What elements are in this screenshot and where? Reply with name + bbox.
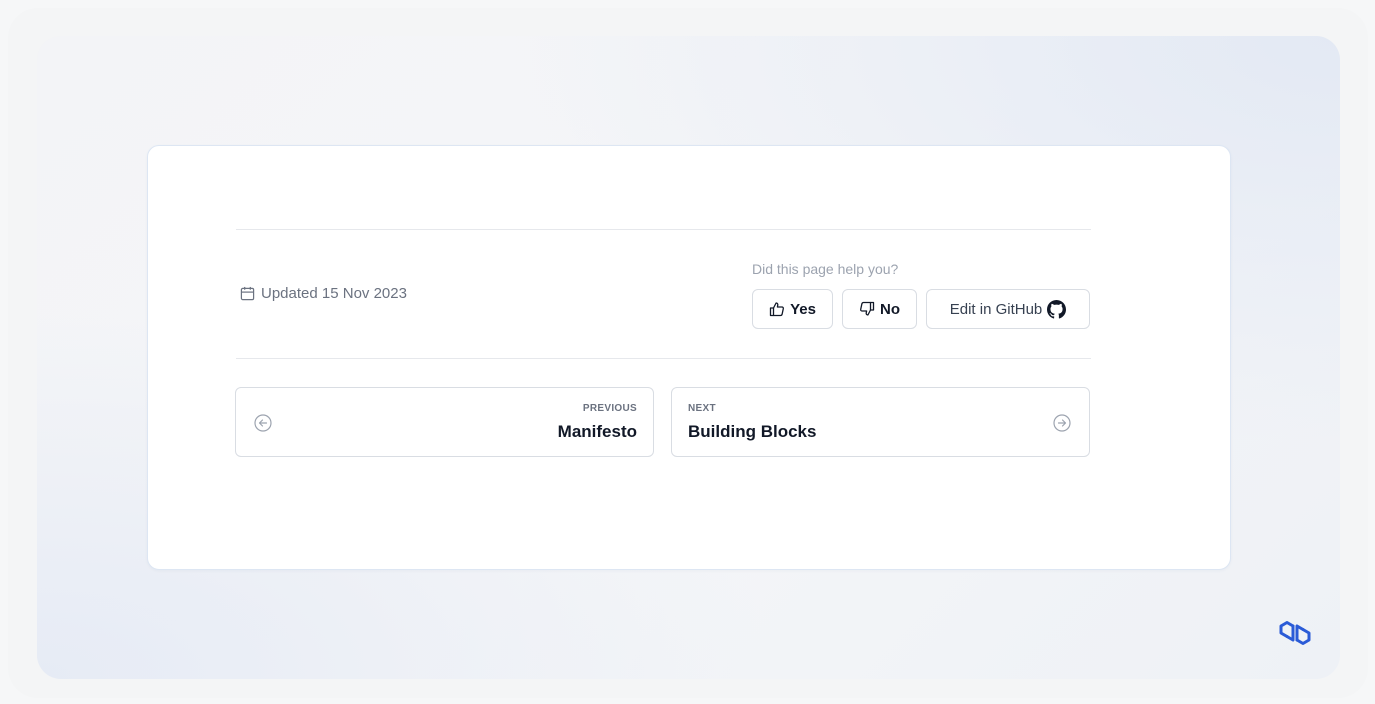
thumbs-up-icon [769,302,785,317]
calendar-icon [240,286,255,301]
next-page-title: Building Blocks [688,422,817,441]
yes-label: Yes [790,300,816,318]
thumbs-down-icon [860,301,875,316]
edit-in-github-button[interactable]: Edit in GitHub [926,289,1090,329]
github-label: Edit in GitHub [949,300,1043,318]
page-footer-card: Updated 15 Nov 2023 Did this page help y… [147,145,1231,570]
divider-bottom [236,358,1091,359]
divider-top [236,229,1091,230]
next-small-label: NEXT [688,403,716,414]
brand-logo-icon[interactable] [1278,617,1312,649]
no-button[interactable]: No [842,289,917,329]
github-icon [1047,299,1067,319]
arrow-right-circle-icon [1053,414,1071,432]
next-page-link[interactable]: NEXT Building Blocks [671,387,1090,457]
updated-date: Updated 15 Nov 2023 [240,285,407,302]
no-label: No [880,300,900,318]
previous-page-title: Manifesto [557,422,637,441]
arrow-left-circle-icon [254,414,272,432]
updated-text: Updated 15 Nov 2023 [261,285,407,302]
previous-small-label: PREVIOUS [582,403,637,414]
yes-button[interactable]: Yes [752,289,833,329]
previous-page-link[interactable]: PREVIOUS Manifesto [235,387,654,457]
feedback-question: Did this page help you? [752,261,899,277]
